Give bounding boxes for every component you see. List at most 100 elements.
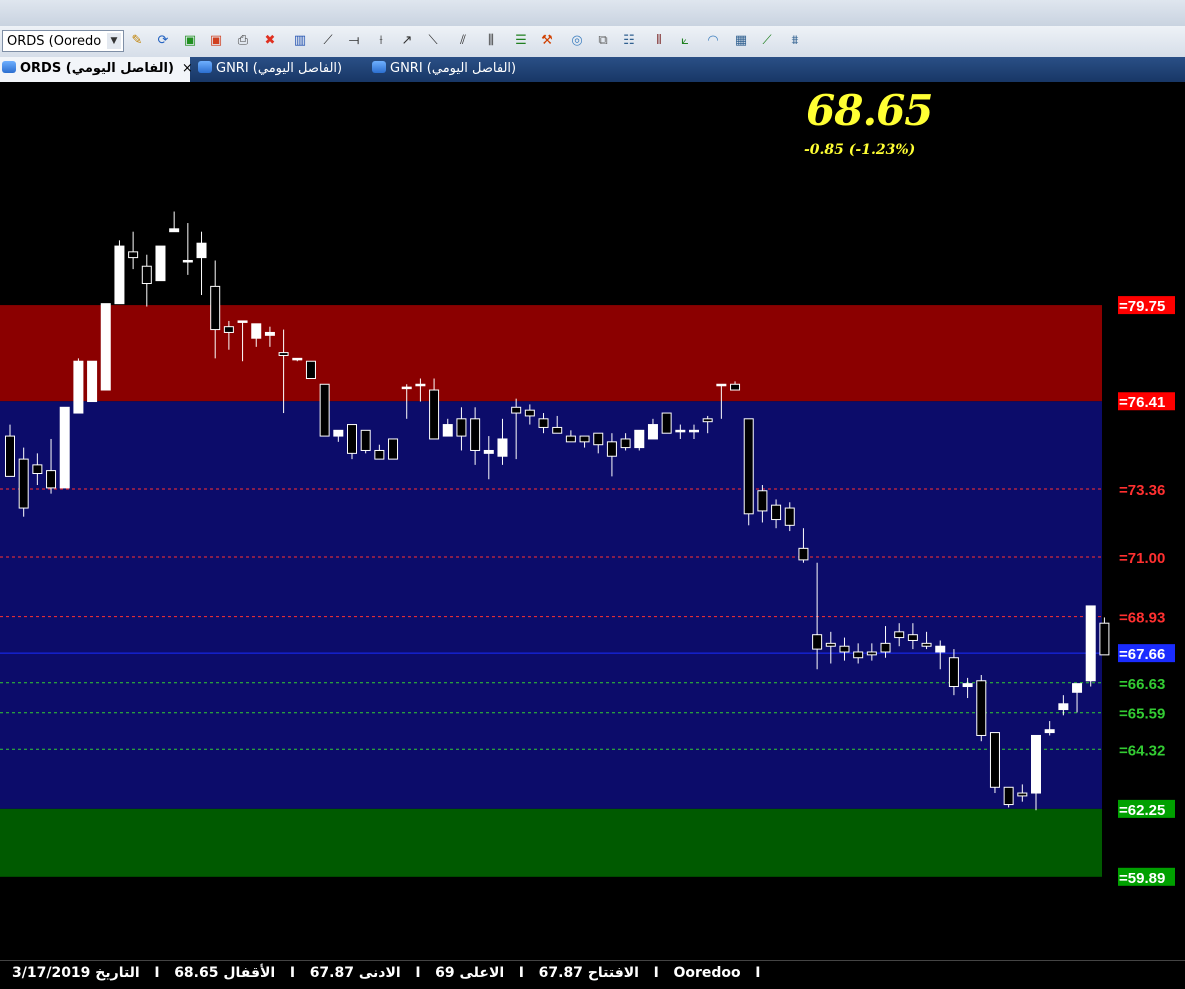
- tools-icon[interactable]: ⚒: [538, 32, 556, 50]
- candle-body: [634, 429, 645, 449]
- level-label: =66.63: [1119, 676, 1165, 693]
- candle-body: [593, 432, 604, 446]
- candle-body: [388, 438, 399, 460]
- candle-body: [73, 360, 84, 414]
- candle-body: [511, 406, 522, 414]
- chevron-down-icon[interactable]: ▼: [107, 33, 121, 49]
- table-icon[interactable]: ▦: [732, 32, 750, 50]
- zone-band: [0, 305, 1102, 402]
- level-label: =79.75: [1119, 298, 1165, 315]
- level-label: =73.36: [1119, 482, 1165, 499]
- candle-body: [921, 642, 932, 647]
- candle-body: [182, 259, 193, 263]
- circle-icon[interactable]: ◎: [568, 32, 586, 50]
- candle-body: [18, 458, 29, 509]
- candle-body: [661, 412, 672, 434]
- candle-body: [538, 418, 549, 428]
- horizontal-line-icon[interactable]: ⟞: [345, 32, 363, 50]
- candle-body: [114, 245, 125, 305]
- candle-body: [552, 426, 563, 434]
- candle-body: [579, 435, 590, 443]
- candle-body: [675, 429, 686, 433]
- levels-icon[interactable]: ☰: [512, 32, 530, 50]
- candle-body: [853, 651, 864, 659]
- candle-body: [880, 642, 891, 653]
- speed-lines-icon[interactable]: ⟋: [758, 32, 776, 50]
- candle-body: [962, 683, 973, 688]
- trend-tool-icon[interactable]: ⟋: [319, 32, 337, 50]
- candle-body: [1058, 703, 1069, 711]
- candle-body: [319, 383, 330, 437]
- candle-body: [647, 424, 658, 440]
- candle-body: [429, 389, 440, 440]
- candle-body: [812, 634, 823, 650]
- candle-body: [825, 642, 836, 647]
- zone-band: [0, 401, 1102, 809]
- ray-icon[interactable]: ↗: [398, 32, 416, 50]
- status-text: 3/17/2019 التاريخ I 68.65 الأقفال I 67.8…: [12, 965, 761, 981]
- toolbar: ORDS (Ooredo ▼ ✎ ⟳ ▣ ▣ ⎙ ✖ ▥ ⟋ ⟞ ⟊ ↗ ⟍ ⫽ ⫼ ☰ ⚒ ◎ ⧉ ☷ ⫴ ⟀ ◠ ▦ ⟋ ⩩: [0, 26, 1185, 58]
- candle-body: [347, 424, 357, 454]
- stripes-icon[interactable]: ⫴: [650, 32, 668, 50]
- candle-body: [866, 651, 877, 656]
- candle-body: [456, 418, 467, 437]
- candle-body: [223, 326, 234, 333]
- candle-body: [935, 645, 946, 653]
- chart-tab-bar: ORDS (الفاصل اليومي) × GNRI (الفاصل اليوم…: [0, 57, 1185, 82]
- print-icon[interactable]: ⎙: [234, 32, 252, 50]
- candle-body: [757, 490, 768, 512]
- level-label: =71.00: [1119, 550, 1165, 567]
- remove-chart-icon[interactable]: ▣: [207, 32, 225, 50]
- candle-body: [360, 429, 371, 451]
- candle-body: [196, 242, 207, 259]
- candle-body: [305, 360, 316, 380]
- tab-gnri-1[interactable]: GNRI (الفاصل اليومي): [196, 57, 366, 82]
- candle-body: [141, 265, 152, 285]
- refresh-icon[interactable]: ⟳: [154, 32, 172, 50]
- candle-body: [442, 424, 453, 437]
- channel-icon[interactable]: ⟍: [424, 32, 442, 50]
- candle-body: [730, 383, 741, 391]
- candle-body: [32, 464, 43, 475]
- close-icon[interactable]: ×: [182, 61, 193, 76]
- candle-body: [1099, 622, 1110, 656]
- copy-icon[interactable]: ⧉: [594, 32, 612, 50]
- price-chart[interactable]: =79.75 =76.41 =73.36 =71.00 =68.93 =67.66 =66.…: [0, 82, 1185, 960]
- zone-band: [0, 808, 1102, 877]
- candle-body: [1017, 792, 1028, 797]
- bars-icon[interactable]: ⫼: [482, 32, 500, 50]
- close-red-icon[interactable]: ✖: [261, 32, 279, 50]
- arc-icon[interactable]: ◠: [704, 32, 722, 50]
- candle-body: [620, 438, 631, 449]
- candle-body: [278, 352, 289, 356]
- bar-chart-icon[interactable]: ▥: [291, 32, 309, 50]
- candle-body: [251, 323, 262, 339]
- candle-body: [689, 429, 699, 433]
- candle-body: [237, 320, 248, 323]
- add-chart-icon[interactable]: ▣: [181, 32, 199, 50]
- candle-body: [415, 383, 426, 387]
- grid-icon[interactable]: ☷: [620, 32, 638, 50]
- level-label: =59.89: [1119, 870, 1165, 887]
- candle-body: [894, 631, 905, 639]
- fan-icon[interactable]: ⟀: [676, 32, 694, 50]
- vertical-line-icon[interactable]: ⟊: [372, 32, 390, 50]
- last-price: 68.65: [806, 86, 934, 135]
- candle-body: [46, 470, 57, 489]
- candle-body: [702, 418, 713, 423]
- tab-ords[interactable]: ORDS (الفاصل اليومي) ×: [0, 57, 193, 82]
- candle-body: [907, 634, 918, 641]
- symbol-dropdown[interactable]: ORDS (Ooredo ▼: [2, 30, 124, 52]
- parallel-icon[interactable]: ⫽: [454, 32, 472, 50]
- chart-tab-icon: [372, 61, 386, 73]
- tab-gnri-2[interactable]: GNRI (الفاصل اليومي): [370, 57, 540, 82]
- chart-tab-icon: [198, 61, 212, 73]
- candle-body: [169, 228, 180, 233]
- magic-wand-icon[interactable]: ✎: [128, 32, 146, 50]
- window-title-strip: [0, 0, 1185, 27]
- candle-body: [1031, 734, 1041, 794]
- candle-body: [1072, 683, 1083, 693]
- tab-label: GNRI (الفاصل اليومي): [216, 61, 343, 76]
- pitchfork-icon[interactable]: ⩩: [786, 32, 804, 50]
- chart-tab-icon: [2, 61, 16, 73]
